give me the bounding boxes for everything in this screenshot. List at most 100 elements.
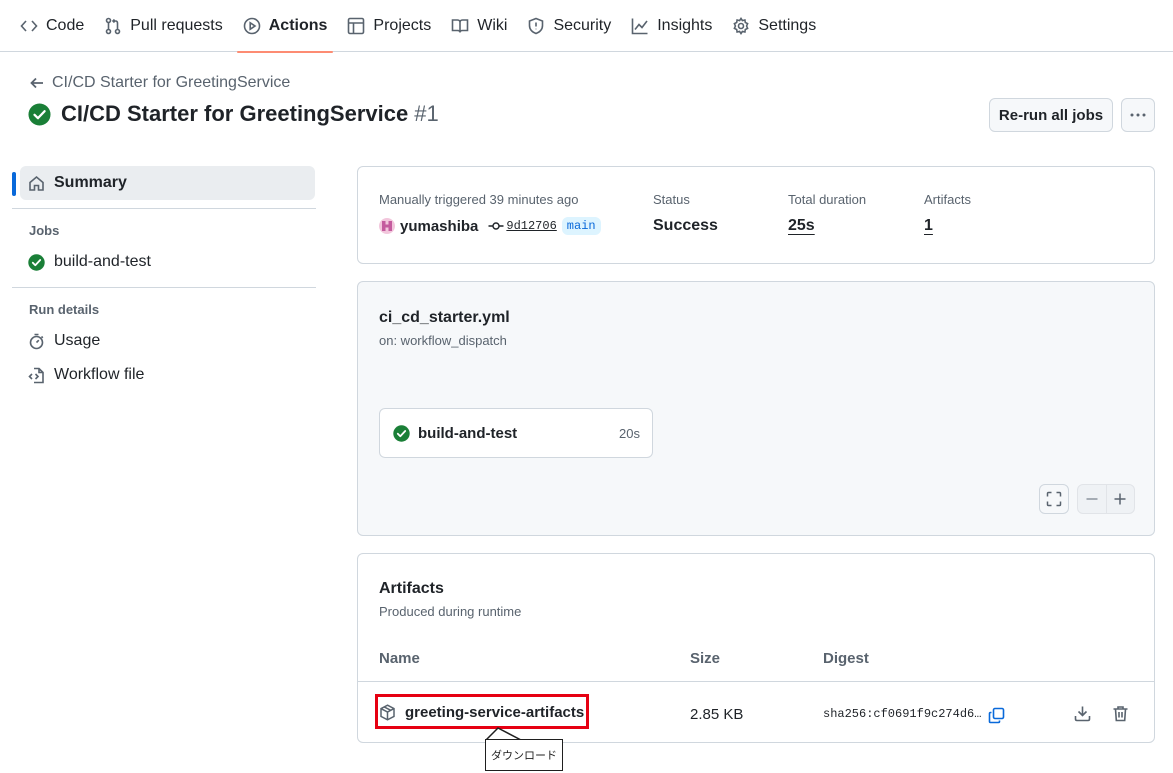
tab-actions-label: Actions: [268, 17, 328, 34]
duration-value-link[interactable]: 25s: [788, 217, 815, 235]
trigger-label: Manually triggered 39 minutes ago: [379, 192, 579, 207]
branch-badge[interactable]: main: [561, 217, 601, 235]
check-circle-fill-icon: [393, 424, 410, 442]
tab-security[interactable]: Security: [517, 0, 621, 52]
table-row: greeting-service-artifacts 2.85 KB sha25…: [358, 682, 1154, 742]
git-pull-request-icon: [105, 17, 121, 35]
tab-insights-label: Insights: [657, 17, 713, 34]
sidebar-item-label: Workflow file: [54, 366, 145, 383]
tab-code[interactable]: Code: [10, 0, 94, 52]
duration-label: Total duration: [788, 192, 867, 207]
status-label: Status: [653, 192, 690, 207]
run-sidebar: Summary Jobs build-and-test Run details …: [12, 166, 316, 392]
tab-insights[interactable]: Insights: [621, 0, 722, 52]
arrow-left-icon: [30, 77, 43, 89]
plus-icon: [1114, 493, 1126, 505]
workflow-file-name: ci_cd_starter.yml: [379, 309, 510, 326]
artifacts-subtitle: Produced during runtime: [379, 604, 522, 619]
zoom-in-button[interactable]: [1105, 485, 1134, 513]
stopwatch-icon: [29, 333, 44, 349]
table-icon: [348, 17, 365, 35]
column-header-digest: Digest: [823, 650, 869, 667]
artifacts-title: Artifacts: [379, 580, 444, 597]
actor-commit-info: yumashiba 9d12706 main: [379, 217, 601, 235]
zoom-controls: [1077, 484, 1135, 514]
back-link-label: CI/CD Starter for GreetingService: [52, 74, 291, 91]
sidebar-heading-jobs: Jobs: [29, 223, 60, 238]
kebab-horizontal-icon: [1130, 113, 1146, 117]
status-value: Success: [653, 217, 718, 234]
artifacts-count-link[interactable]: 1: [924, 217, 933, 235]
artifacts-card: Artifacts Produced during runtime Name S…: [357, 553, 1155, 743]
tab-projects-label: Projects: [373, 17, 432, 34]
sidebar-item-label: Summary: [54, 174, 127, 191]
run-summary-card: Manually triggered 39 minutes ago yumash…: [357, 166, 1155, 264]
sidebar-item-label: build-and-test: [54, 253, 151, 270]
tab-security-label: Security: [553, 17, 612, 34]
tab-projects[interactable]: Projects: [337, 0, 441, 52]
graph-icon: [631, 18, 648, 35]
sidebar-heading-run-details: Run details: [29, 302, 100, 317]
sidebar-item-workflow-file[interactable]: Workflow file: [12, 358, 316, 392]
actor-name[interactable]: yumashiba: [400, 218, 478, 235]
trash-icon: [1113, 705, 1127, 721]
run-number: #1: [414, 101, 439, 126]
sidebar-divider: [12, 287, 316, 288]
sidebar-item-job-build-and-test[interactable]: build-and-test: [12, 245, 316, 279]
home-icon: [29, 175, 44, 191]
copy-digest-button[interactable]: [985, 704, 1007, 726]
git-commit-icon: [488, 222, 504, 230]
file-code-icon: [28, 367, 44, 383]
job-node-build-and-test[interactable]: build-and-test 20s: [379, 408, 653, 458]
sidebar-divider: [12, 208, 316, 209]
artifact-size: 2.85 KB: [690, 706, 744, 723]
tab-settings-label: Settings: [758, 17, 817, 34]
tab-settings[interactable]: Settings: [722, 0, 826, 52]
annotation-callout: ダウンロード: [485, 739, 563, 771]
back-link[interactable]: CI/CD Starter for GreetingService: [30, 74, 290, 92]
tab-pull-requests-label: Pull requests: [130, 17, 223, 34]
zoom-out-button[interactable]: [1078, 485, 1106, 513]
commit-sha-link[interactable]: 9d12706: [506, 219, 556, 233]
book-icon: [451, 19, 469, 33]
dash-icon: [1086, 498, 1098, 500]
sidebar-item-label: Usage: [54, 332, 101, 349]
repo-tabs: Code Pull requests Actions Projects Wiki…: [10, 0, 826, 53]
sidebar-item-usage[interactable]: Usage: [12, 324, 316, 358]
job-node-duration: 20s: [619, 426, 640, 441]
tab-actions[interactable]: Actions: [233, 0, 338, 53]
page-title: CI/CD Starter for GreetingService: [61, 101, 409, 126]
artifact-name: greeting-service-artifacts: [405, 704, 585, 721]
screen-full-icon: [1046, 491, 1062, 507]
workflow-trigger: on: workflow_dispatch: [379, 333, 507, 348]
workflow-graph-card: ci_cd_starter.yml on: workflow_dispatch …: [357, 281, 1155, 536]
tab-wiki-label: Wiki: [477, 17, 508, 34]
code-icon: [20, 20, 38, 32]
artifacts-count-label: Artifacts: [924, 192, 971, 207]
play-icon: [243, 17, 261, 35]
repo-nav: Code Pull requests Actions Projects Wiki…: [0, 0, 1173, 53]
download-artifact-button[interactable]: [1071, 702, 1093, 724]
more-options-button[interactable]: [1121, 98, 1155, 132]
artifact-digest: sha256:cf0691f9c274d6…: [823, 707, 982, 721]
gear-icon: [733, 17, 750, 35]
sidebar-item-summary[interactable]: Summary: [12, 166, 315, 200]
copy-icon: [988, 707, 1004, 723]
column-header-name: Name: [379, 650, 420, 667]
tab-pull-requests[interactable]: Pull requests: [94, 0, 233, 52]
job-node-name: build-and-test: [418, 424, 518, 442]
run-title-row: CI/CD Starter for GreetingService #1: [28, 101, 439, 127]
download-icon: [1074, 706, 1090, 721]
check-circle-fill-icon: [28, 253, 45, 271]
delete-artifact-button[interactable]: [1109, 702, 1131, 724]
tab-wiki[interactable]: Wiki: [441, 0, 517, 52]
check-circle-fill-icon: [28, 102, 51, 126]
rerun-all-jobs-button[interactable]: Re-run all jobs: [989, 98, 1113, 132]
tab-code-label: Code: [46, 17, 85, 34]
column-header-size: Size: [690, 650, 721, 667]
fit-to-screen-button[interactable]: [1039, 484, 1069, 514]
package-icon: [380, 704, 395, 721]
avatar[interactable]: [379, 218, 395, 234]
artifact-name-link[interactable]: greeting-service-artifacts: [379, 704, 584, 721]
shield-icon: [529, 17, 544, 35]
